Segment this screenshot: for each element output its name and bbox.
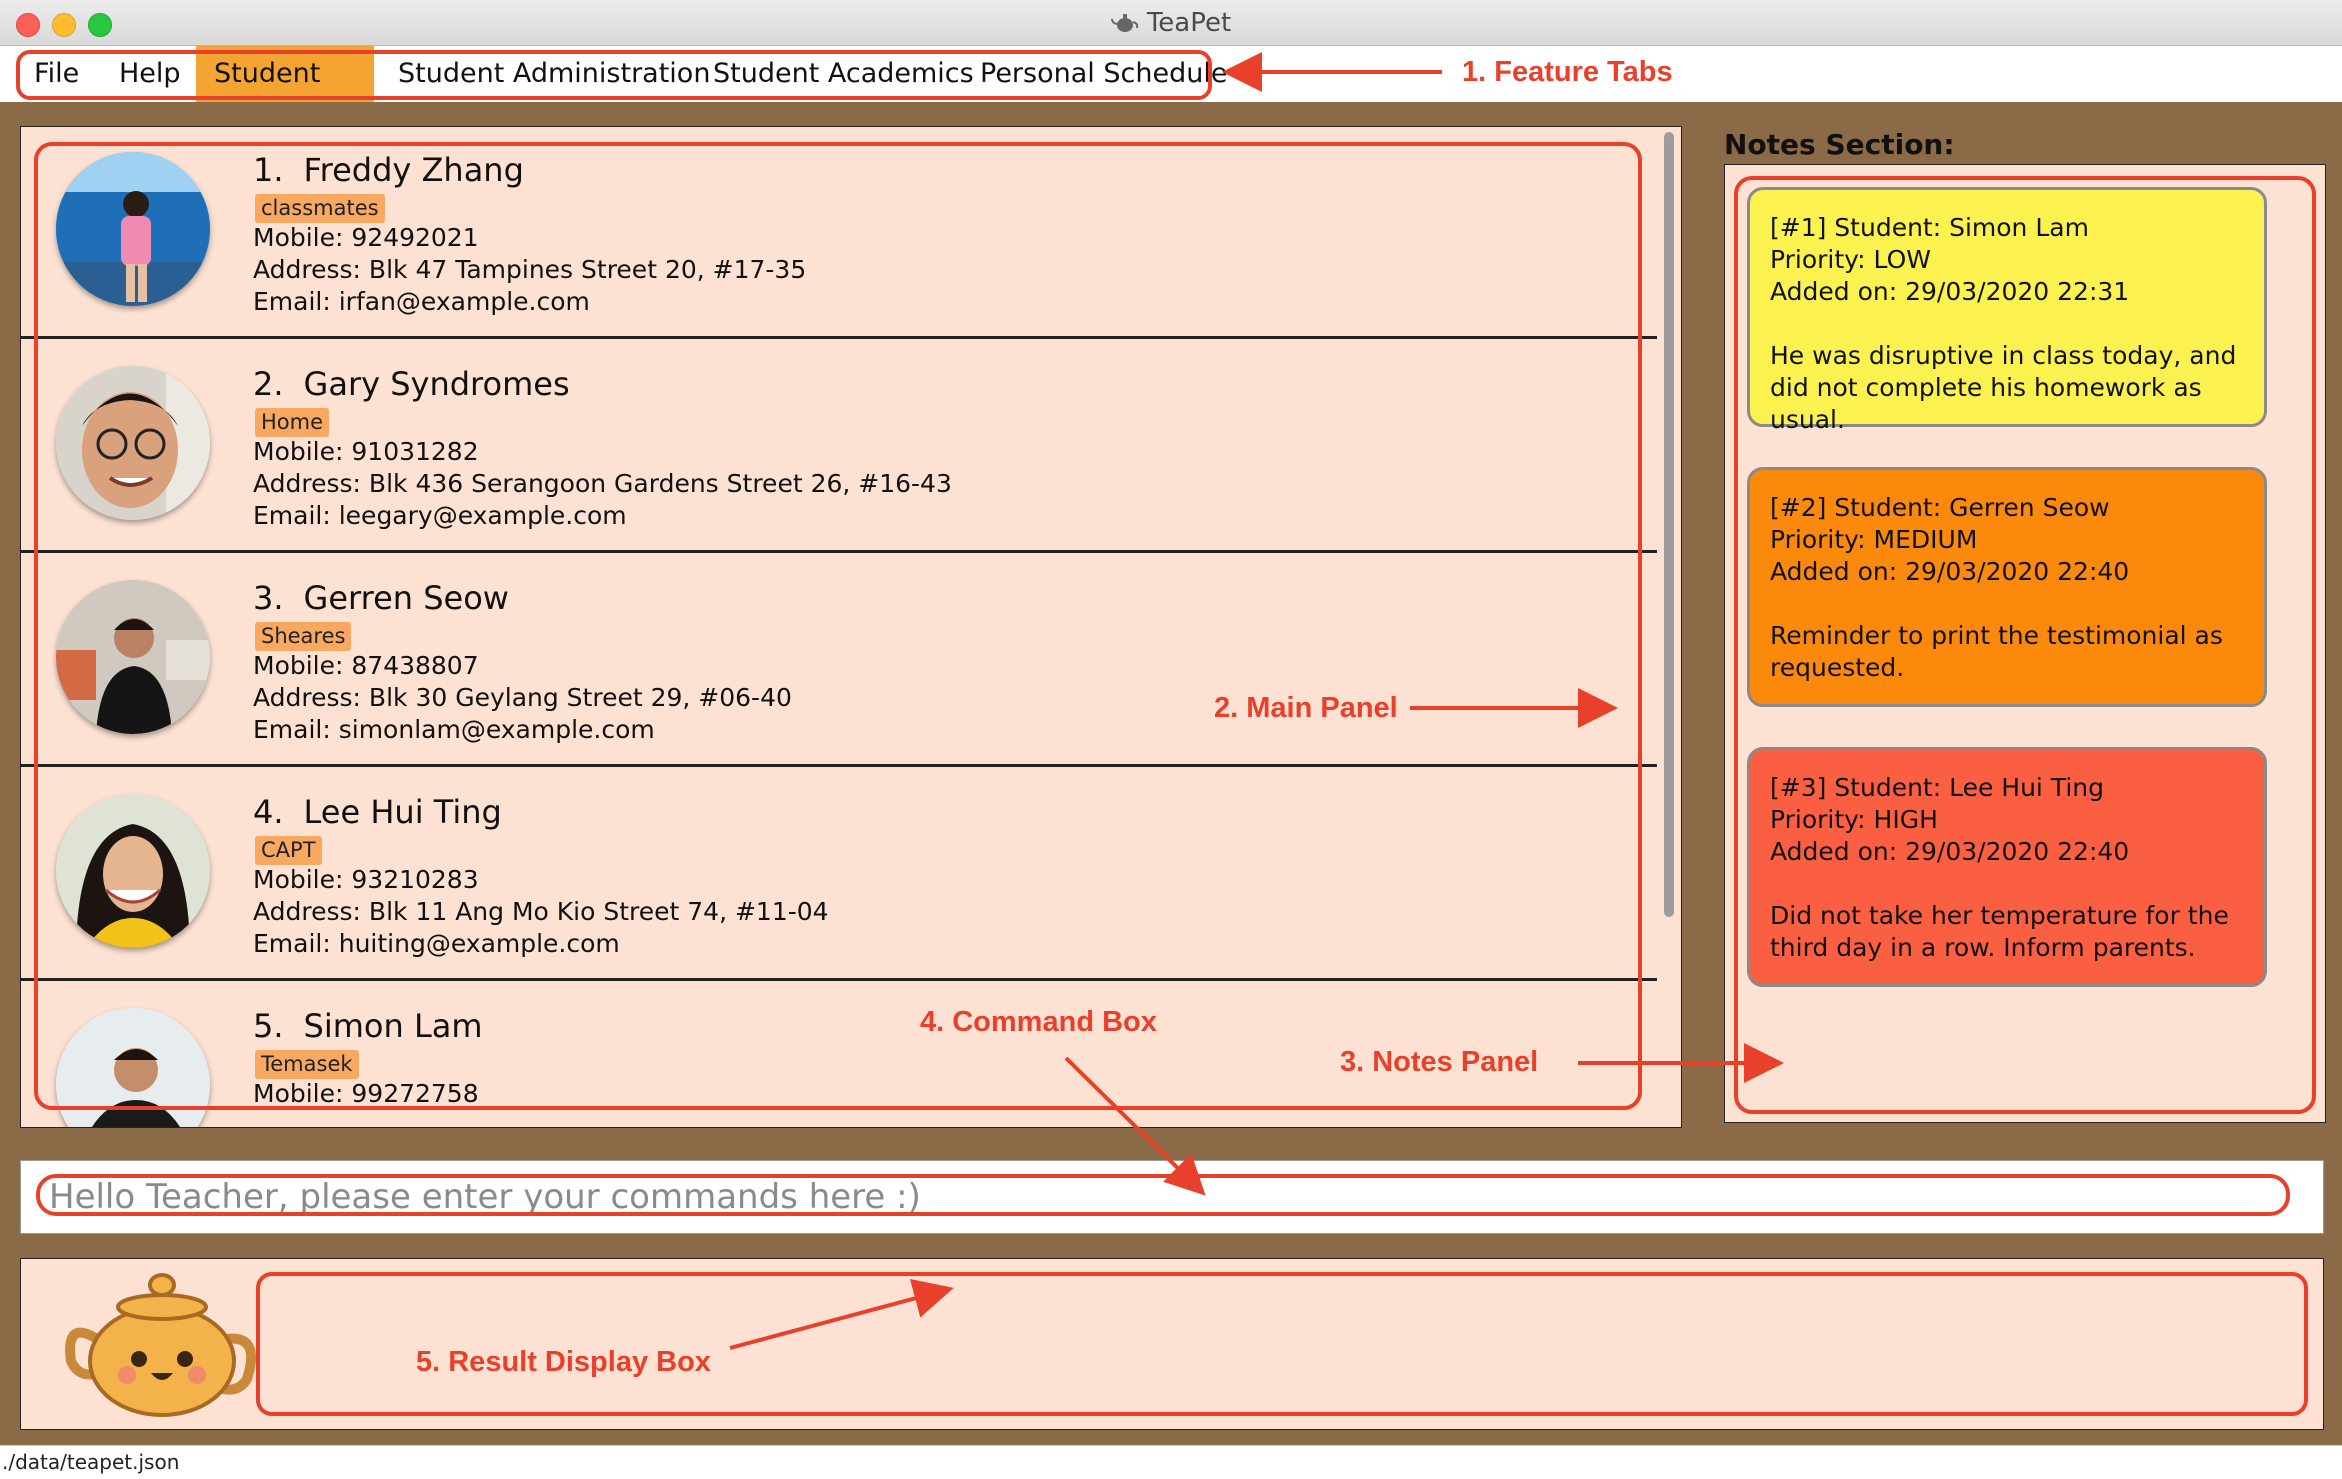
- data-file-path: ./data/teapet.json: [2, 1450, 180, 1474]
- teapot-icon: [1110, 14, 1138, 32]
- annotation-label-command-box: 4. Command Box: [920, 1006, 1157, 1038]
- annotation-box-result-display: [256, 1272, 2308, 1416]
- student-list-scrollbar[interactable]: [1664, 132, 1674, 917]
- annotation-box-notes-panel: [1734, 176, 2316, 1114]
- title-bar: TeaPet: [0, 0, 2342, 46]
- notes-section-header: Notes Section:: [1724, 128, 1955, 161]
- annotation-label-result-box: 5. Result Display Box: [416, 1346, 711, 1378]
- window-title: TeaPet: [0, 8, 2342, 38]
- annotation-label-feature-tabs: 1. Feature Tabs: [1462, 56, 1673, 88]
- annotation-box-command-box: [36, 1174, 2290, 1216]
- annotation-label-main-panel: 2. Main Panel: [1214, 692, 1398, 724]
- status-bar: ./data/teapet.json: [0, 1445, 2342, 1479]
- window-title-text: TeaPet: [1146, 8, 1232, 38]
- annotation-box-feature-tabs: [16, 50, 1212, 100]
- annotation-box-main-panel: [34, 142, 1642, 1110]
- annotation-label-notes-panel: 3. Notes Panel: [1340, 1046, 1539, 1078]
- teapot-mascot-icon: [65, 1273, 256, 1417]
